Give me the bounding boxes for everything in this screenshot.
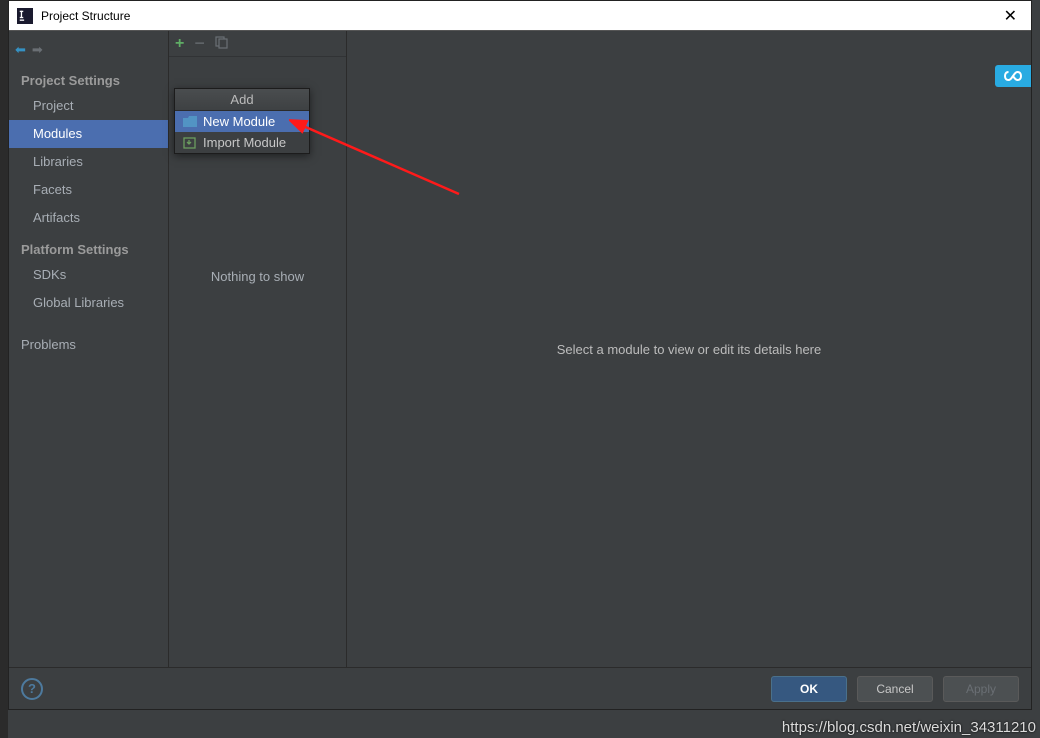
apply-button[interactable]: Apply bbox=[943, 676, 1019, 702]
sidebar-item-libraries[interactable]: Libraries bbox=[9, 148, 168, 176]
sidebar-item-project[interactable]: Project bbox=[9, 92, 168, 120]
close-button[interactable]: ✕ bbox=[998, 6, 1023, 26]
forward-arrow-icon[interactable]: ➡ bbox=[32, 42, 43, 58]
detail-panel: Select a module to view or edit its deta… bbox=[347, 31, 1031, 667]
copy-icon bbox=[215, 36, 228, 52]
titlebar: Project Structure ✕ bbox=[9, 1, 1031, 31]
back-arrow-icon[interactable]: ⬅ bbox=[15, 42, 26, 58]
sidebar-item-artifacts[interactable]: Artifacts bbox=[9, 204, 168, 232]
infinity-icon bbox=[1004, 69, 1022, 83]
popup-item-label: New Module bbox=[203, 114, 275, 129]
intellij-icon bbox=[17, 8, 33, 24]
popup-item-import-module[interactable]: Import Module bbox=[175, 132, 309, 153]
sidebar-item-problems[interactable]: Problems bbox=[9, 331, 168, 359]
project-structure-dialog: Project Structure ✕ ⬅ ➡ Project Settings… bbox=[8, 0, 1032, 710]
popup-header: Add bbox=[175, 89, 309, 111]
add-popup-menu: Add New Module Import Module bbox=[174, 88, 310, 154]
help-button[interactable]: ? bbox=[21, 678, 43, 700]
sidebar: ⬅ ➡ Project Settings Project Modules Lib… bbox=[9, 31, 169, 667]
dialog-body: ⬅ ➡ Project Settings Project Modules Lib… bbox=[9, 31, 1031, 667]
ok-button[interactable]: OK bbox=[771, 676, 847, 702]
sidebar-item-global-libraries[interactable]: Global Libraries bbox=[9, 289, 168, 317]
nav-toolbar: ⬅ ➡ bbox=[9, 37, 168, 63]
popup-item-new-module[interactable]: New Module bbox=[175, 111, 309, 132]
project-settings-header: Project Settings bbox=[9, 63, 168, 92]
footer: ? OK Cancel Apply bbox=[9, 667, 1031, 709]
window-title: Project Structure bbox=[41, 9, 130, 23]
watermark: https://blog.csdn.net/weixin_34311210 bbox=[782, 719, 1036, 736]
sidebar-item-sdks[interactable]: SDKs bbox=[9, 261, 168, 289]
folder-icon bbox=[183, 116, 197, 128]
platform-settings-header: Platform Settings bbox=[9, 232, 168, 261]
popup-item-label: Import Module bbox=[203, 135, 286, 150]
remove-icon: − bbox=[194, 33, 205, 54]
detail-placeholder: Select a module to view or edit its deta… bbox=[557, 342, 821, 357]
sidebar-item-modules[interactable]: Modules bbox=[9, 120, 168, 148]
left-window-edge bbox=[0, 0, 8, 738]
corner-badge[interactable] bbox=[995, 65, 1031, 87]
cancel-button[interactable]: Cancel bbox=[857, 676, 933, 702]
import-icon bbox=[183, 137, 197, 149]
sidebar-item-facets[interactable]: Facets bbox=[9, 176, 168, 204]
add-icon[interactable]: + bbox=[175, 35, 184, 53]
module-toolbar: + − bbox=[169, 31, 346, 57]
